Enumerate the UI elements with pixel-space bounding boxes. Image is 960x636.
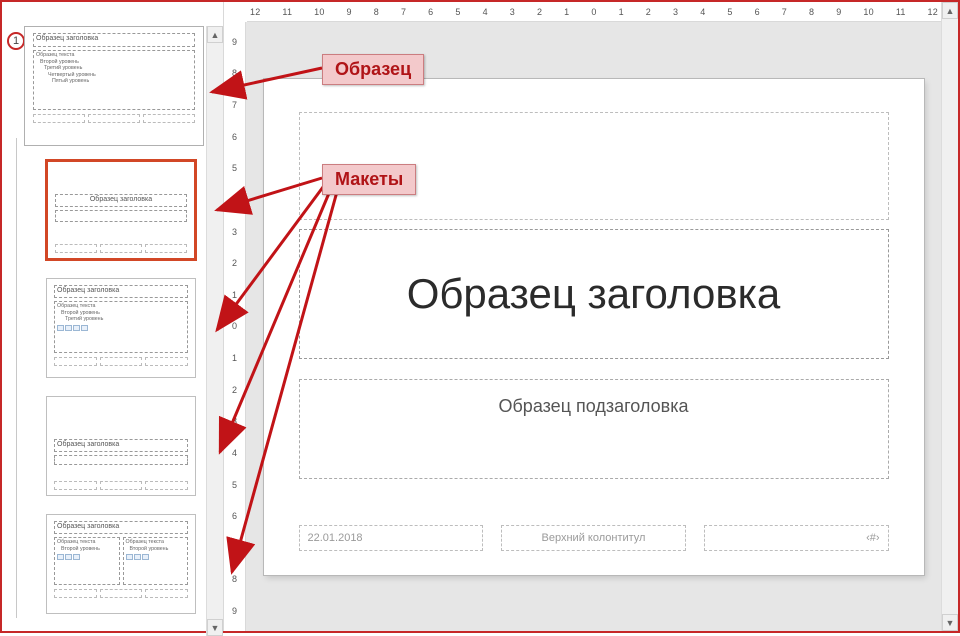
horizontal-ruler[interactable]: 1211109876543210123456789101112 (247, 2, 941, 22)
lvl2: Второй уровень (57, 546, 117, 553)
lvl2: Второй уровень (126, 546, 186, 553)
ph-footer (54, 589, 97, 598)
ph-footer (100, 357, 143, 366)
editor-scrollbar[interactable]: ▲ ▼ (941, 2, 958, 631)
slide-canvas-area[interactable]: Образец заголовка Образец подзаголовка 2… (246, 22, 941, 631)
scroll-down-icon[interactable]: ▼ (942, 614, 958, 631)
title-text: Образец заголовка (300, 270, 888, 318)
slidenum-placeholder[interactable]: ‹#› (704, 525, 889, 551)
body-label: Образец текста (36, 52, 192, 59)
layout-thumb-title-content[interactable]: Образец заголовка Образец текста Второй … (46, 278, 196, 378)
ph-title: Образец заголовка (54, 439, 188, 452)
ph-title: Образец заголовка (54, 285, 188, 298)
body-label: Образец текста (57, 303, 185, 310)
footer-placeholder[interactable]: Верхний колонтитул (501, 525, 686, 551)
ph-footer (145, 589, 188, 598)
ph-footer (55, 244, 97, 253)
ph-footer (54, 481, 97, 490)
ph-title: Образец заголовка (33, 33, 195, 47)
lvl3: Третий уровень (36, 65, 192, 72)
tree-connector (16, 138, 17, 618)
editor-panel: 1211109876543210123456789101112 98765432… (224, 2, 958, 631)
scroll-up-icon[interactable]: ▲ (942, 2, 958, 19)
ph-footer (54, 357, 97, 366)
ph-content-right: Образец текста Второй уровень (123, 537, 189, 585)
pagenum-text: ‹#› (866, 532, 879, 544)
body-label: Образец текста (126, 539, 186, 546)
date-placeholder[interactable]: 22.01.2018 (299, 525, 484, 551)
title-placeholder[interactable]: Образец заголовка (299, 229, 889, 359)
scroll-down-icon[interactable]: ▼ (207, 619, 223, 636)
ph-footer (145, 244, 187, 253)
ph-subtitle (54, 455, 188, 465)
master-thumbnail[interactable]: Образец заголовка Образец текста Второй … (24, 26, 204, 146)
master-index-badge: 1 (7, 32, 25, 50)
ph-footer (88, 114, 140, 123)
ph-footer (100, 589, 143, 598)
thumbnail-panel: 1 Образец заголовка Образец текста Второ… (2, 2, 224, 631)
ph-subtitle (55, 210, 187, 222)
ph-content-left: Образец текста Второй уровень (54, 537, 120, 585)
vertical-ruler[interactable]: 9876543210123456789 (224, 22, 246, 631)
upper-placeholder[interactable] (299, 112, 889, 220)
ph-body: Образец текста Второй уровень Третий уро… (33, 50, 195, 110)
body-label: Образец текста (57, 539, 117, 546)
footer-text: Верхний колонтитул (542, 532, 646, 544)
ph-title: Образец заголовка (54, 521, 188, 534)
subtitle-text: Образец подзаголовка (300, 396, 888, 417)
layout-thumb-title-slide[interactable]: Образец заголовка (46, 160, 196, 260)
layout-thumb-section-header[interactable]: Образец заголовка (46, 396, 196, 496)
ph-footer (145, 357, 188, 366)
lvl3: Третий уровень (57, 316, 185, 323)
ph-footer (143, 114, 195, 123)
thumbnail-track[interactable]: Образец заголовка Образец текста Второй … (2, 26, 206, 631)
subtitle-placeholder[interactable]: Образец подзаголовка (299, 379, 889, 479)
slide-master-view: 1 Образец заголовка Образец текста Второ… (2, 2, 958, 631)
thumbnail-scrollbar[interactable]: ▲ ▼ (206, 26, 223, 636)
ph-footer (145, 481, 188, 490)
lvl5: Пятый уровень (36, 78, 192, 85)
ph-footer (33, 114, 85, 123)
layout-thumb-two-content[interactable]: Образец заголовка Образец текста Второй … (46, 514, 196, 614)
date-text: 22.01.2018 (308, 532, 363, 544)
ph-footer (100, 244, 142, 253)
scroll-up-icon[interactable]: ▲ (207, 26, 223, 43)
ph-footer (100, 481, 143, 490)
ph-content: Образец текста Второй уровень Третий уро… (54, 301, 188, 353)
slide-layout-canvas[interactable]: Образец заголовка Образец подзаголовка 2… (264, 79, 924, 575)
ph-title: Образец заголовка (55, 194, 187, 207)
